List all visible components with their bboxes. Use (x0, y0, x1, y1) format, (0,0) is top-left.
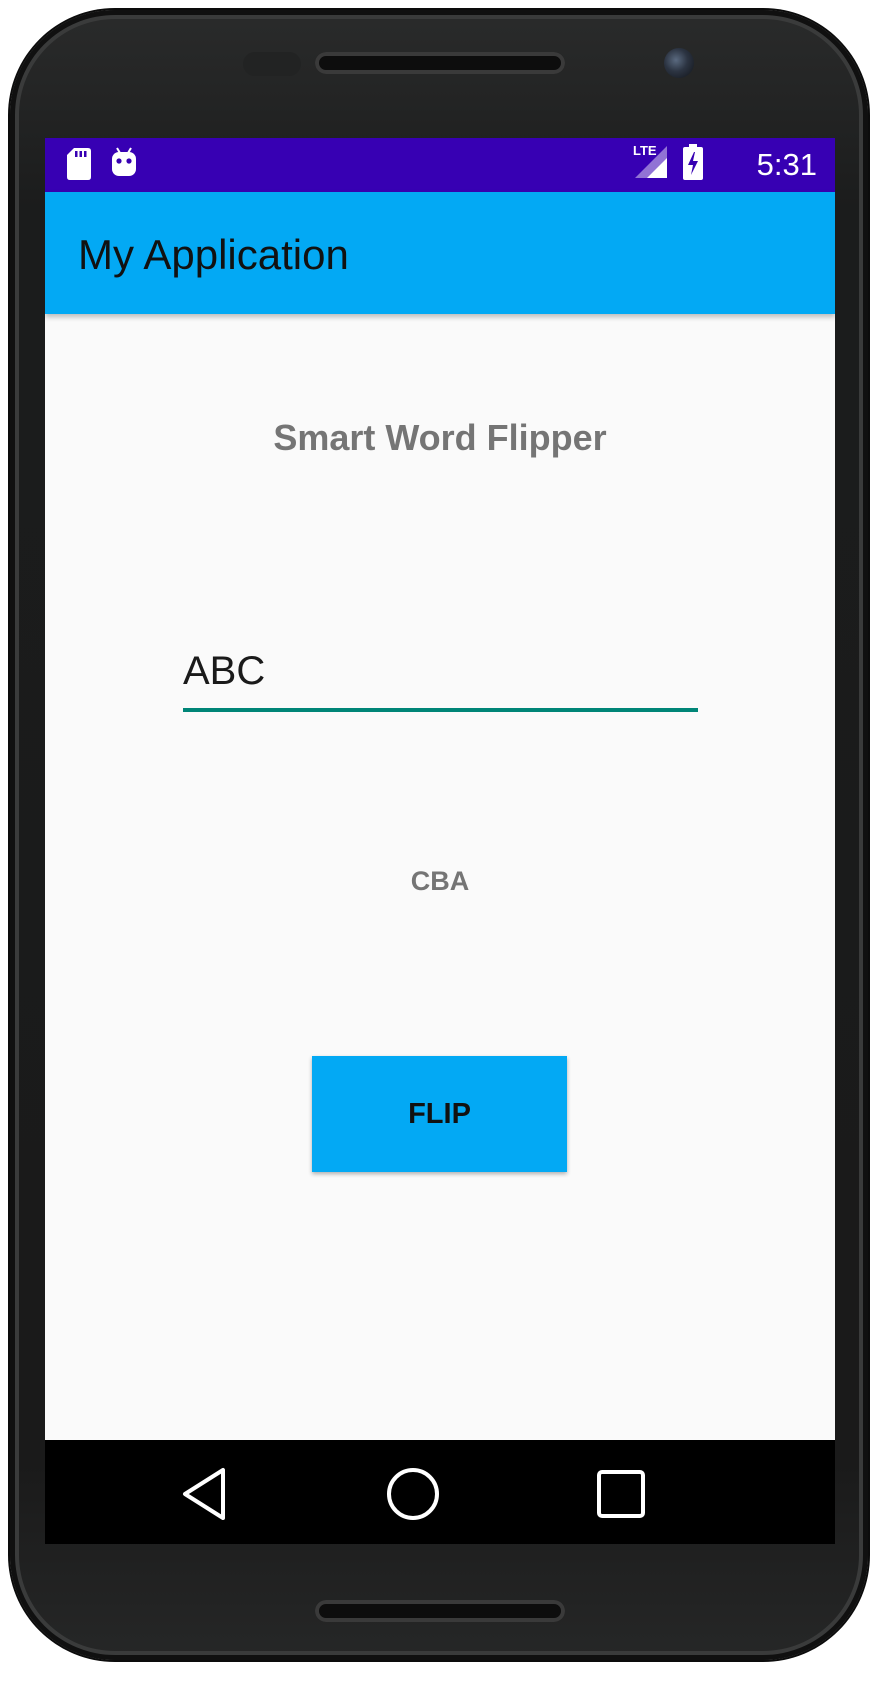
app-bar: My Application (45, 192, 835, 314)
word-input-value[interactable]: ABC (183, 646, 265, 696)
proximity-sensor (243, 52, 301, 76)
page-heading: Smart Word Flipper (273, 417, 607, 458)
front-camera (664, 48, 694, 78)
device-screen: LTE 5:31 My Application Smart Word Flipp… (45, 138, 835, 1544)
status-time: 5:31 (756, 147, 817, 182)
sd-card-icon (67, 148, 91, 180)
earpiece-speaker (315, 52, 565, 74)
flip-button[interactable]: FLIP (312, 1056, 567, 1172)
bottom-speaker (315, 1600, 565, 1622)
status-bar: LTE 5:31 (45, 138, 835, 192)
app-title: My Application (78, 231, 349, 278)
lte-label: LTE (633, 143, 657, 158)
battery-charging-icon (683, 144, 703, 180)
home-icon[interactable] (381, 1462, 445, 1526)
recents-icon[interactable] (589, 1462, 653, 1526)
back-icon[interactable] (173, 1462, 237, 1526)
flipped-result: CBA (410, 866, 470, 896)
navigation-bar (45, 1440, 835, 1544)
word-input[interactable]: ABC (183, 638, 698, 712)
android-debug-icon (112, 147, 136, 176)
